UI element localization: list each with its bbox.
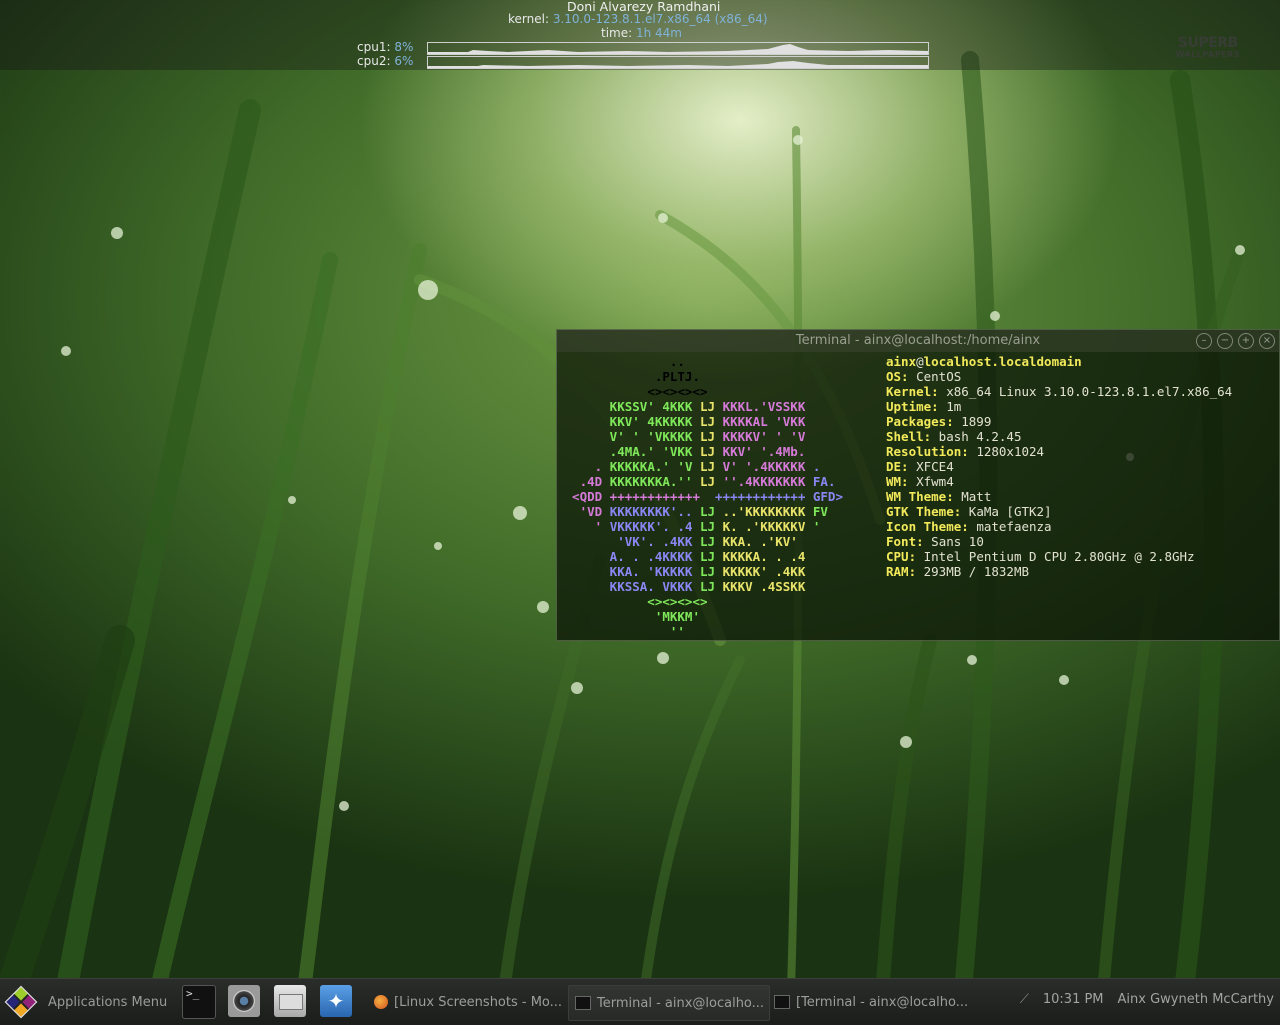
task-label: Terminal - ainx@localho... bbox=[597, 995, 765, 1011]
web-browser-icon: ✦ bbox=[327, 989, 345, 1013]
info-value: bash 4.2.45 bbox=[931, 429, 1022, 444]
info-key: RAM: bbox=[886, 564, 917, 579]
info-value: Intel Pentium D CPU 2.80GHz @ 2.8GHz bbox=[916, 549, 1195, 564]
centos-logo-icon bbox=[4, 985, 38, 1019]
info-key: Font: bbox=[886, 534, 924, 549]
terminal-icon: >_ bbox=[186, 987, 200, 1000]
conky-cpu2-line: cpu2: 6% bbox=[357, 54, 413, 68]
clock[interactable]: 10:31 PM bbox=[1043, 992, 1104, 1007]
system-tray: ⟋ 10:31 PM Ainx Gwyneth McCarthy bbox=[1020, 992, 1274, 1007]
info-value: 1280x1024 bbox=[968, 444, 1045, 459]
info-host: localhost.localdomain bbox=[923, 354, 1082, 369]
info-value: 1m bbox=[938, 399, 962, 414]
info-value: CentOS bbox=[908, 369, 962, 384]
task-terminal-2[interactable]: [Terminal - ainx@localho... bbox=[768, 985, 970, 1019]
info-user: ainx bbox=[886, 354, 917, 369]
conky-kernel-value: 3.10.0-123.8.1.el7.x86_64 (x86_64) bbox=[552, 12, 768, 26]
info-key: Shell: bbox=[886, 429, 932, 444]
terminal-icon bbox=[774, 995, 790, 1009]
task-label: [Terminal - ainx@localho... bbox=[796, 994, 969, 1010]
taskbar: Applications Menu >_ ✦ [Linux Screenshot… bbox=[0, 978, 1280, 1025]
terminal-launcher[interactable]: >_ bbox=[182, 985, 216, 1019]
info-value: 1899 bbox=[953, 414, 992, 429]
task-terminal[interactable]: Terminal - ainx@localho... bbox=[568, 985, 770, 1021]
info-key: CPU: bbox=[886, 549, 917, 564]
firefox-icon bbox=[374, 995, 388, 1009]
conky-cpu2-label: cpu2: bbox=[357, 54, 391, 68]
wallpaper-watermark: SUPERB WALLPAPERS bbox=[1175, 35, 1240, 59]
info-key: GTK Theme: bbox=[886, 504, 962, 519]
info-value: KaMa [GTK2] bbox=[961, 504, 1052, 519]
file-manager-launcher[interactable] bbox=[274, 985, 306, 1017]
minimize-icon[interactable]: – bbox=[1196, 333, 1212, 349]
info-value: 293MB / 1832MB bbox=[916, 564, 1029, 579]
info-key: Kernel: bbox=[886, 384, 939, 399]
conky-cpu1-value: 8% bbox=[394, 40, 414, 54]
centos-ascii-logo: .. .PLTJ. <><><><> KKSSV' 4KKK LJ KKKL.'… bbox=[557, 354, 843, 639]
camera-icon bbox=[233, 990, 255, 1012]
cpu2-graph bbox=[427, 56, 929, 69]
file-manager-icon bbox=[279, 994, 303, 1010]
terminal-titlebar[interactable]: Terminal - ainx@localhost:/home/ainx – −… bbox=[557, 330, 1279, 352]
conky-time-label: time: bbox=[601, 26, 633, 40]
info-value: Sans 10 bbox=[923, 534, 984, 549]
maximize-icon[interactable]: + bbox=[1238, 333, 1254, 349]
info-key: Uptime: bbox=[886, 399, 939, 414]
conky-time-line: time: 1h 44m bbox=[601, 26, 682, 40]
close-icon[interactable]: × bbox=[1259, 333, 1275, 349]
task-firefox[interactable]: [Linux Screenshots - Mo... bbox=[368, 985, 570, 1019]
info-key: Packages: bbox=[886, 414, 954, 429]
info-key: WM: bbox=[886, 474, 909, 489]
cpu1-graph bbox=[427, 42, 929, 55]
screenfetch-info: ainx@localhost.localdomain OS: CentOS Ke… bbox=[886, 354, 1232, 579]
conky-cpu1-label: cpu1: bbox=[357, 40, 391, 54]
info-key: WM Theme: bbox=[886, 489, 954, 504]
info-key: Icon Theme: bbox=[886, 519, 969, 534]
info-value: Xfwm4 bbox=[908, 474, 954, 489]
user-name[interactable]: Ainx Gwyneth McCarthy bbox=[1118, 992, 1274, 1007]
info-key: DE: bbox=[886, 459, 909, 474]
info-value: Matt bbox=[953, 489, 992, 504]
terminal-title: Terminal - ainx@localhost:/home/ainx bbox=[795, 333, 1041, 348]
web-browser-launcher[interactable]: ✦ bbox=[320, 985, 352, 1017]
info-at: @ bbox=[916, 354, 924, 369]
info-key: OS: bbox=[886, 369, 909, 384]
info-key: Resolution: bbox=[886, 444, 969, 459]
conky-system-monitor: Doni Alvarezy Ramdhani kernel: 3.10.0-12… bbox=[0, 0, 1280, 70]
applications-menu-button[interactable]: Applications Menu bbox=[4, 984, 167, 1020]
info-value: matefaenza bbox=[968, 519, 1052, 534]
terminal-icon bbox=[575, 996, 591, 1010]
info-value: XFCE4 bbox=[908, 459, 954, 474]
camera-launcher[interactable] bbox=[228, 985, 260, 1017]
network-icon[interactable]: ⟋ bbox=[1020, 992, 1029, 1007]
conky-time-value: 1h 44m bbox=[635, 26, 682, 40]
terminal-window[interactable]: Terminal - ainx@localhost:/home/ainx – −… bbox=[556, 329, 1280, 641]
conky-cpu1-line: cpu1: 8% bbox=[357, 40, 413, 54]
task-label: [Linux Screenshots - Mo... bbox=[394, 994, 563, 1010]
restore-icon[interactable]: − bbox=[1217, 333, 1233, 349]
info-value: x86_64 Linux 3.10.0-123.8.1.el7.x86_64 bbox=[938, 384, 1233, 399]
conky-kernel-label: kernel: bbox=[508, 12, 549, 26]
applications-menu-label: Applications Menu bbox=[48, 994, 168, 1010]
conky-kernel-line: kernel: 3.10.0-123.8.1.el7.x86_64 (x86_6… bbox=[508, 12, 768, 26]
conky-cpu2-value: 6% bbox=[394, 54, 414, 68]
